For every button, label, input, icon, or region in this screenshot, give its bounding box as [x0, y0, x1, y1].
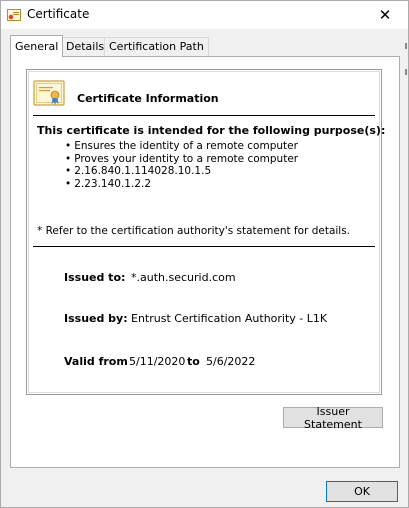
close-icon: ✕	[378, 6, 392, 24]
purpose-item: Proves your identity to a remote compute…	[65, 153, 298, 166]
valid-from-label: Valid from	[64, 355, 128, 368]
purpose-item: Ensures the identity of a remote compute…	[65, 140, 298, 153]
issued-to-value: *.auth.securid.com	[131, 271, 236, 284]
tab-certification-path[interactable]: Certification Path	[104, 37, 209, 56]
divider	[33, 115, 375, 116]
purpose-heading: This certificate is intended for the fol…	[37, 124, 386, 137]
issued-by-label: Issued by:	[64, 312, 128, 325]
valid-to-value: 5/6/2022	[206, 355, 256, 368]
issued-to-label: Issued to:	[64, 271, 126, 284]
issued-by-value: Entrust Certification Authority - L1K	[131, 312, 328, 325]
footnote: * Refer to the certification authority's…	[37, 225, 351, 237]
valid-to-label: to	[187, 355, 200, 368]
certificate-icon	[7, 9, 21, 21]
title-bar: Certificate ✕	[1, 1, 408, 29]
tab-general[interactable]: General	[10, 35, 64, 57]
close-button[interactable]: ✕	[362, 1, 408, 29]
tab-details[interactable]: Details	[61, 37, 110, 56]
window-title: Certificate	[27, 7, 90, 21]
purpose-list: Ensures the identity of a remote compute…	[65, 140, 298, 190]
certificate-info-icon	[33, 80, 65, 106]
divider	[33, 246, 375, 247]
issuer-statement-button[interactable]: Issuer Statement	[283, 405, 383, 431]
scroll-edge-marks	[405, 43, 407, 75]
certificate-info-title: Certificate Information	[77, 92, 219, 105]
purpose-item: 2.16.840.1.114028.10.1.5	[65, 165, 298, 178]
ok-button[interactable]: OK	[326, 481, 398, 502]
certificate-info-box: Certificate Information This certificate…	[26, 69, 386, 395]
general-tab-panel: Certificate Information This certificate…	[10, 56, 400, 468]
purpose-item: 2.23.140.1.2.2	[65, 178, 298, 191]
valid-from-value: 5/11/2020	[129, 355, 186, 368]
certificate-dialog: Certificate ✕ General Details Certificat…	[0, 0, 409, 508]
